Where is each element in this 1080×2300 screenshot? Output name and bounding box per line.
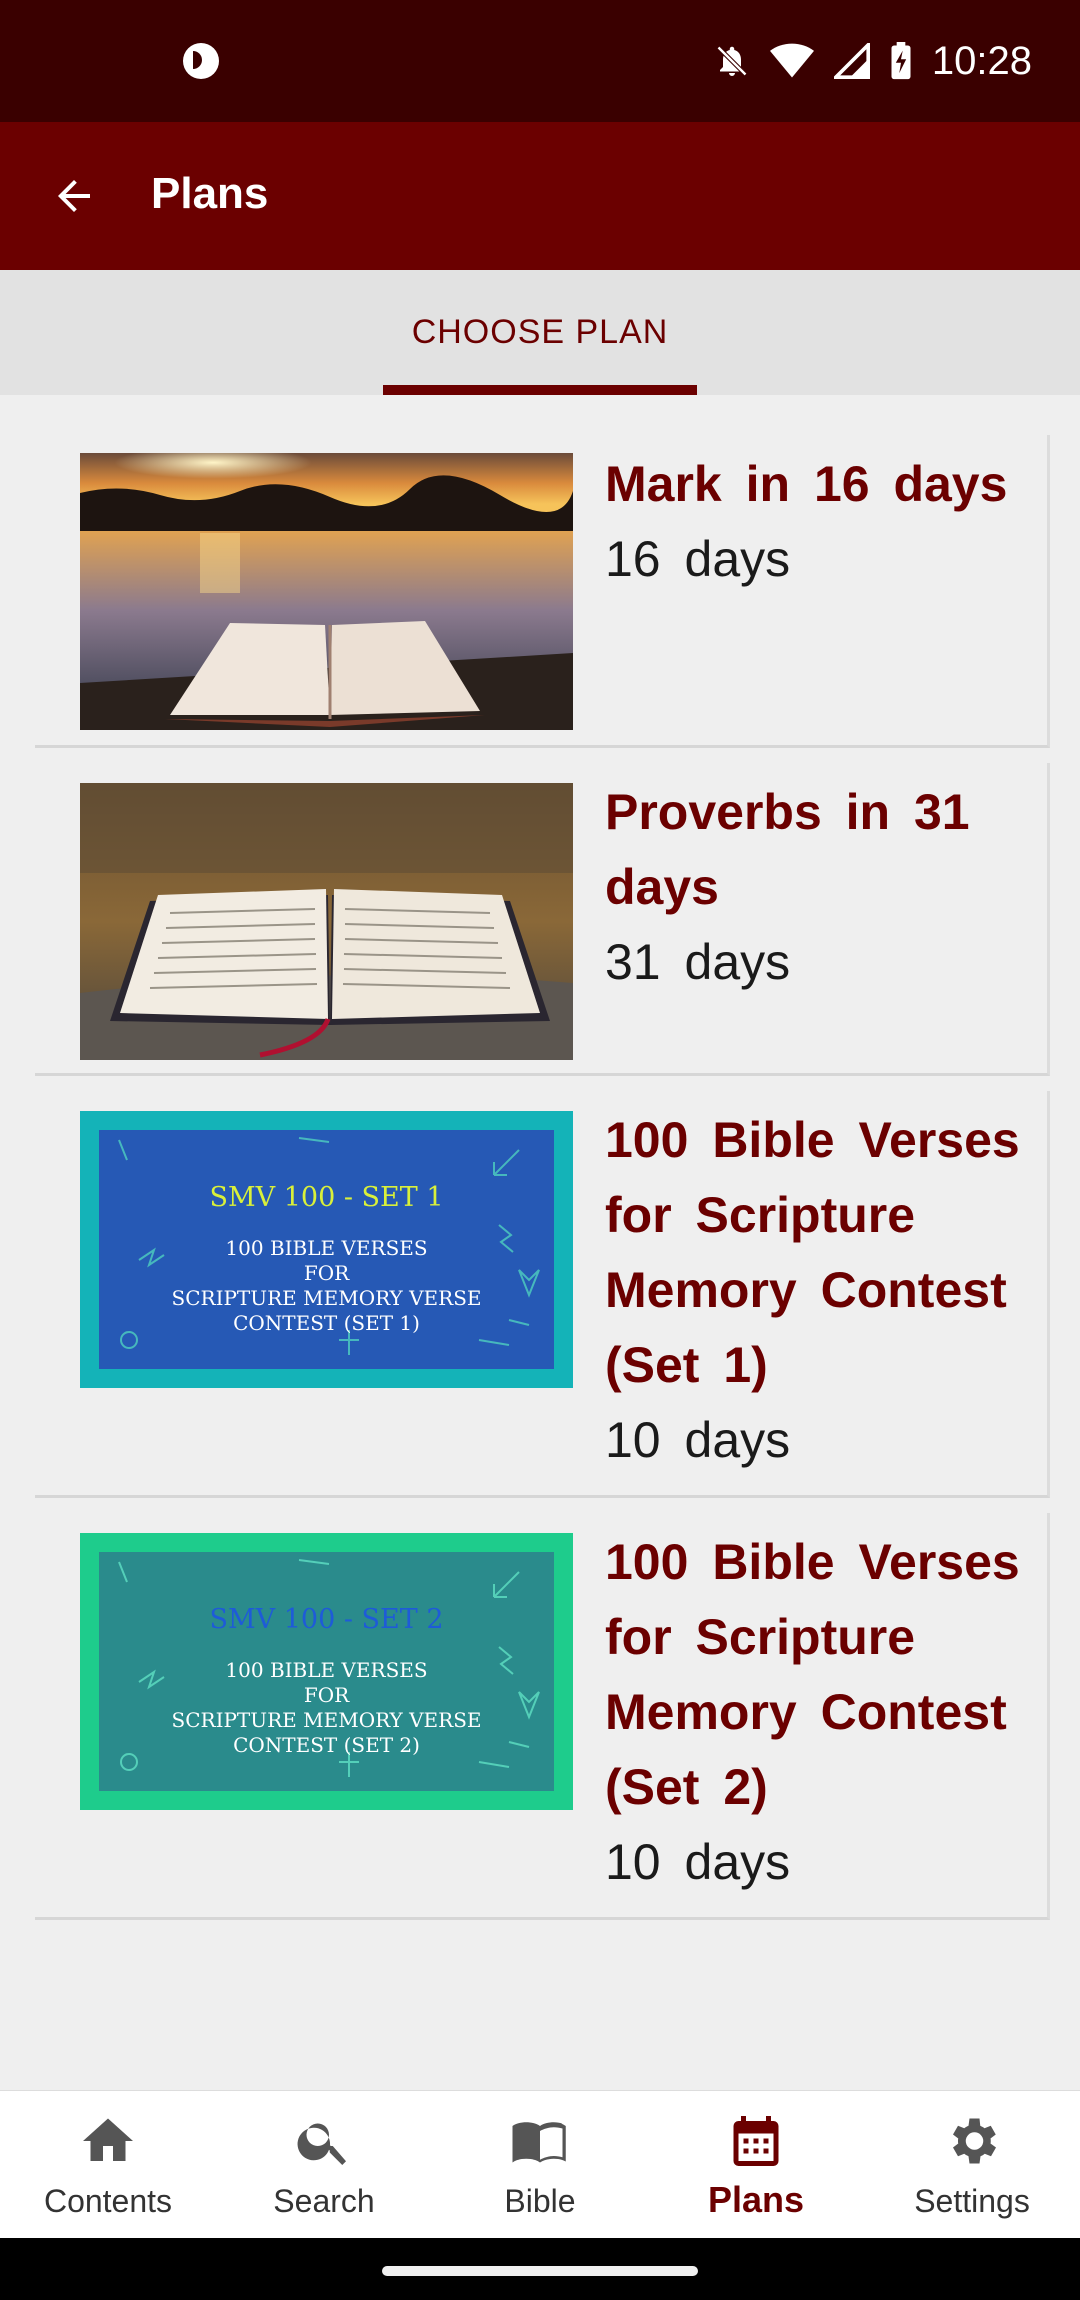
back-button[interactable] (36, 158, 112, 234)
calendar-icon (733, 2116, 779, 2166)
plan-text: Mark in 16 days 16 days (605, 447, 1045, 597)
tab-indicator (383, 385, 697, 395)
nav-label: Search (273, 2183, 375, 2219)
plan-duration: 10 days (605, 1834, 791, 1890)
banner-line: FOR (303, 1261, 350, 1285)
plan-card[interactable]: SMV 100 - SET 2 100 BIBLE VERSES FOR SCR… (35, 1513, 1050, 1920)
arrow-back-icon (58, 180, 90, 212)
search-icon (297, 2123, 346, 2165)
banner-line: SCRIPTURE MEMORY VERSE (171, 1708, 482, 1732)
bottom-navigation: Contents Search Bible Plans Settings (0, 2090, 1080, 2238)
page-title: Plans (151, 169, 269, 218)
battery-charging-icon (891, 42, 911, 80)
plan-text: 100 Bible Verses for Scripture Memory Co… (605, 1103, 1045, 1478)
nav-label: Settings (914, 2183, 1030, 2219)
plan-image-smv-set1: SMV 100 - SET 1 100 BIBLE VERSES FOR SCR… (80, 1111, 573, 1388)
banner-line: SCRIPTURE MEMORY VERSE (171, 1286, 482, 1310)
nav-item-search[interactable]: Search (216, 2091, 432, 2239)
banner-line: 100 BIBLE VERSES (225, 1236, 428, 1260)
banner-heading: SMV 100 - SET 1 (209, 1182, 444, 1213)
plan-image-sunset-bible (80, 453, 573, 730)
banner-line: 100 BIBLE VERSES (225, 1658, 428, 1682)
plan-duration: 16 days (605, 531, 791, 587)
tab-label: CHOOSE PLAN (411, 313, 669, 351)
wifi-icon (769, 43, 814, 78)
tab-choose-plan[interactable]: CHOOSE PLAN (383, 270, 697, 395)
status-icons: 10:28 (714, 36, 1032, 86)
plan-card[interactable]: Mark in 16 days 16 days (35, 435, 1050, 748)
gesture-navigation-bar (0, 2238, 1080, 2300)
plan-list: Mark in 16 days 16 days Proverbs in 31 d… (35, 435, 1050, 1935)
clock: 10:28 (931, 38, 1032, 83)
book-icon (512, 2122, 566, 2163)
banner-line: CONTEST (SET 1) (233, 1311, 420, 1335)
plan-card[interactable]: Proverbs in 31 days 31 days (35, 763, 1050, 1076)
plan-title: 100 Bible Verses for Scripture Memory Co… (605, 1112, 1020, 1393)
banner-line: CONTEST (SET 2) (233, 1733, 420, 1757)
gear-icon (953, 2118, 996, 2164)
nav-item-plans[interactable]: Plans (648, 2091, 864, 2239)
plan-image-smv-set2: SMV 100 - SET 2 100 BIBLE VERSES FOR SCR… (80, 1533, 573, 1810)
app-bar: Plans (0, 122, 1080, 270)
nav-item-bible[interactable]: Bible (432, 2091, 648, 2239)
plan-image-open-bible (80, 783, 573, 1060)
plan-duration: 31 days (605, 934, 791, 990)
plan-title: Mark in 16 days (605, 456, 1008, 512)
nav-item-settings[interactable]: Settings (864, 2091, 1080, 2239)
nav-label: Contents (43, 2183, 173, 2219)
plan-title: Proverbs in 31 days (605, 784, 970, 915)
status-bar: 10:28 (0, 0, 1080, 122)
plan-duration: 10 days (605, 1412, 791, 1468)
app-notification-icon (183, 43, 219, 79)
nav-label: Plans (707, 2179, 805, 2220)
plan-title: 100 Bible Verses for Scripture Memory Co… (605, 1534, 1020, 1815)
home-icon (83, 2118, 133, 2161)
banner-line: FOR (303, 1683, 350, 1707)
tab-bar: CHOOSE PLAN (0, 270, 1080, 395)
nav-item-contents[interactable]: Contents (0, 2091, 216, 2239)
plan-text: Proverbs in 31 days 31 days (605, 775, 1045, 1000)
banner-heading: SMV 100 - SET 2 (209, 1604, 444, 1635)
home-gesture-handle[interactable] (382, 2266, 698, 2276)
plan-card[interactable]: SMV 100 - SET 1 100 BIBLE VERSES FOR SCR… (35, 1091, 1050, 1498)
nav-label: Bible (504, 2183, 576, 2219)
plan-text: 100 Bible Verses for Scripture Memory Co… (605, 1525, 1045, 1900)
signal-icon (833, 43, 870, 79)
bell-off-icon (716, 45, 747, 77)
